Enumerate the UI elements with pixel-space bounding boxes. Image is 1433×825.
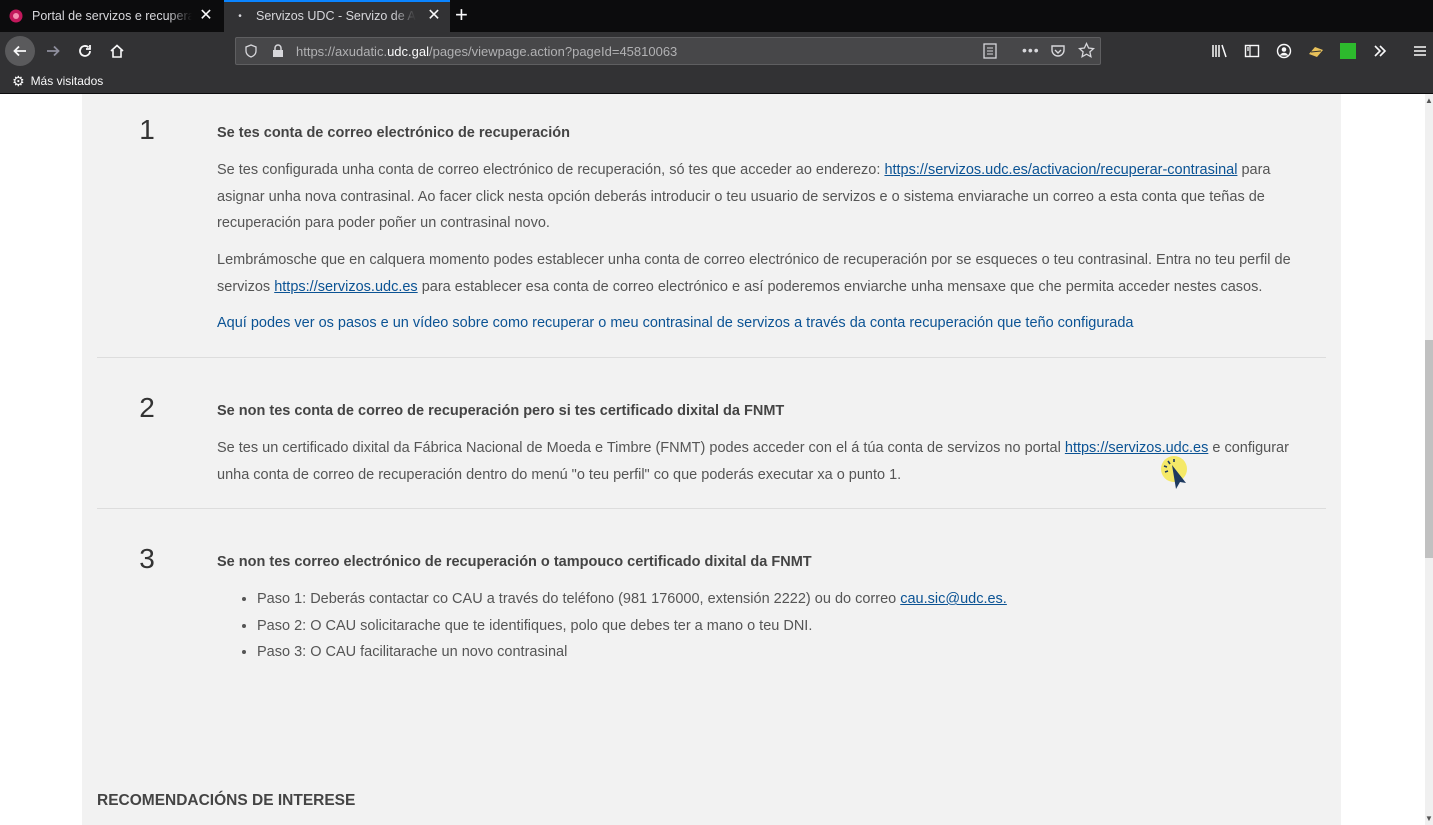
library-icon xyxy=(1212,44,1227,58)
extension-button[interactable] xyxy=(1302,37,1330,65)
paragraph-text: para establecer esa conta de correo elec… xyxy=(417,278,1263,295)
recover-password-link[interactable]: https://servizos.udc.es/activacion/recup… xyxy=(884,162,1237,178)
url-path: /pages/viewpage.action?pageId=45810063 xyxy=(428,44,678,59)
sidebar-button[interactable] xyxy=(1238,37,1266,65)
step-paragraph: Se tes un certificado dixital da Fábrica… xyxy=(217,435,1307,488)
step-heading: Se non tes correo electrónico de recuper… xyxy=(217,554,812,570)
bookmarks-toolbar: ⚙ Más visitados xyxy=(0,70,1433,94)
paragraph-text: Se tes configurada unha conta de correo … xyxy=(217,162,885,178)
servizos-link[interactable]: https://servizos.udc.es xyxy=(274,279,417,295)
url-bar[interactable]: https://axudatic.udc.gal/pages/viewpage.… xyxy=(235,37,1101,65)
step-number: 2 xyxy=(139,392,155,423)
reload-button[interactable] xyxy=(71,37,99,65)
url-host: udc.gal xyxy=(387,44,429,59)
scrollbar-thumb[interactable] xyxy=(1425,340,1433,558)
close-tab-icon[interactable]: ✕ xyxy=(426,7,442,25)
chevron-double-right-icon xyxy=(1374,45,1387,57)
back-button[interactable] xyxy=(5,36,35,66)
step-heading: Se non tes conta de correo de recuperaci… xyxy=(217,403,785,419)
gear-icon: ⚙ xyxy=(12,73,25,89)
tracking-shield-icon[interactable] xyxy=(244,44,258,63)
paragraph-text: Se tes un certificado dixital da Fábrica… xyxy=(217,440,1065,456)
arrow-left-icon xyxy=(13,45,26,57)
video-guide-link[interactable]: Aquí podes ver os pasos e un vídeo sobre… xyxy=(217,315,1133,331)
page-viewport: 1 Se tes conta de correo electrónico de … xyxy=(0,94,1425,825)
section-title: RECOMENDACIÓNS DE INTERESE xyxy=(97,792,356,809)
step-number: 1 xyxy=(139,114,155,145)
close-tab-icon[interactable]: ✕ xyxy=(198,7,214,25)
library-button[interactable] xyxy=(1206,37,1234,65)
extension-icon xyxy=(1309,47,1323,57)
step-paragraph: Lembrámosche que en calquera momento pod… xyxy=(217,247,1307,300)
tab-strip: Portal de servizos e recuperació ✕ • Ser… xyxy=(0,0,1433,32)
arrow-right-icon xyxy=(47,45,60,57)
tab-title: Portal de servizos e recuperació xyxy=(32,9,192,23)
bookmark-label: Más visitados xyxy=(30,74,104,88)
scroll-down-arrow-icon[interactable]: ▼ xyxy=(1425,814,1433,823)
url-text[interactable]: https://axudatic.udc.gal/pages/viewpage.… xyxy=(296,44,677,59)
green-square-icon xyxy=(1340,43,1356,59)
tab-servizos[interactable]: • Servizos UDC - Servizo de Autent ✕ xyxy=(224,0,450,32)
app-menu-button[interactable] xyxy=(1406,37,1433,65)
tab-portal[interactable]: Portal de servizos e recuperació ✕ xyxy=(0,0,222,32)
green-extension-button[interactable] xyxy=(1334,37,1362,65)
tab-title: Servizos UDC - Servizo de Autent xyxy=(256,9,416,23)
account-button[interactable] xyxy=(1270,37,1298,65)
forward-button[interactable] xyxy=(39,37,67,65)
reader-view-icon[interactable] xyxy=(983,43,997,64)
list-item: Paso 2: O CAU solicitarache que te ident… xyxy=(257,613,1007,640)
mouse-cursor-icon xyxy=(1160,455,1196,495)
overflow-menu-button[interactable] xyxy=(1366,37,1394,65)
list-item-text: Paso 1: Deberás contactar co CAU a travé… xyxy=(257,591,901,607)
page-actions-icon[interactable]: ••• xyxy=(1022,42,1040,58)
sidebar-icon xyxy=(1244,44,1260,58)
account-icon xyxy=(1276,43,1292,59)
lock-icon[interactable] xyxy=(272,44,284,63)
new-tab-icon[interactable]: + xyxy=(455,3,468,27)
home-button[interactable] xyxy=(103,37,131,65)
steps-list: Paso 1: Deberás contactar co CAU a travé… xyxy=(237,586,1007,666)
bookmark-star-icon[interactable] xyxy=(1078,41,1095,64)
reload-icon xyxy=(79,45,91,57)
servizos-link[interactable]: https://servizos.udc.es xyxy=(1065,440,1208,456)
bookmark-most-visited[interactable]: ⚙ Más visitados xyxy=(12,74,103,88)
list-item: Paso 1: Deberás contactar co CAU a travé… xyxy=(257,586,1007,613)
step-number: 3 xyxy=(139,543,155,574)
step-paragraph: Se tes configurada unha conta de correo … xyxy=(217,157,1307,237)
list-item: Paso 3: O CAU facilitarache un novo cont… xyxy=(257,639,1007,666)
home-icon xyxy=(110,44,124,58)
divider xyxy=(97,508,1326,509)
page-favicon-icon: • xyxy=(238,10,242,22)
udc-favicon-icon xyxy=(8,8,24,24)
scroll-up-arrow-icon[interactable]: ▲ xyxy=(1425,96,1433,105)
cau-email-link[interactable]: cau.sic@udc.es. xyxy=(900,591,1007,607)
hamburger-menu-icon xyxy=(1414,46,1426,56)
url-prefix: https://axudatic. xyxy=(296,44,388,59)
divider xyxy=(97,357,1326,358)
step-heading: Se tes conta de correo electrónico de re… xyxy=(217,125,570,141)
pocket-icon[interactable] xyxy=(1050,43,1066,64)
